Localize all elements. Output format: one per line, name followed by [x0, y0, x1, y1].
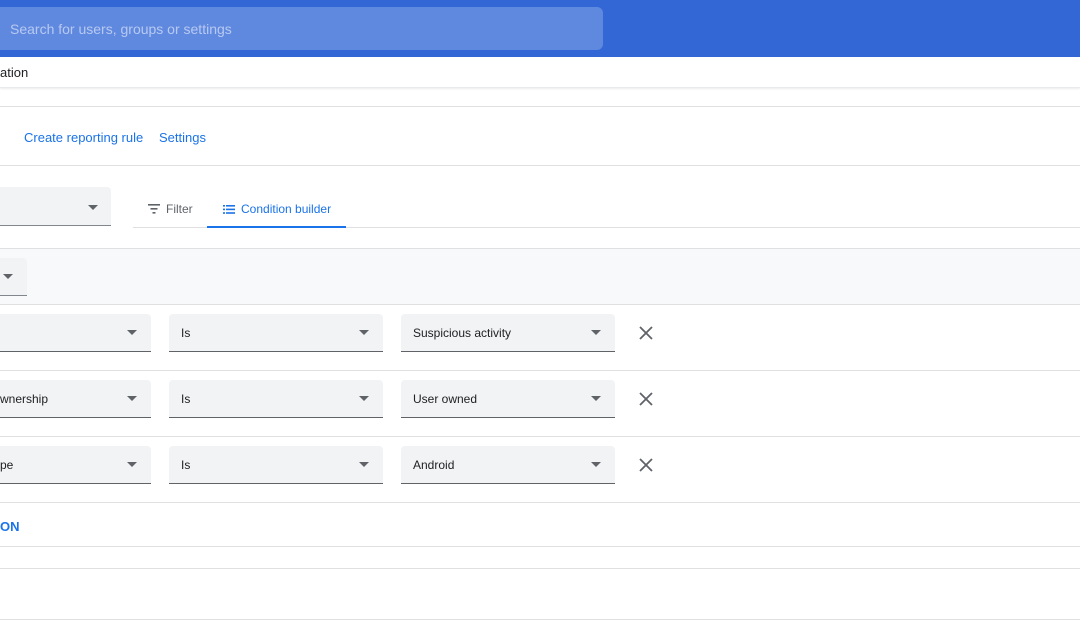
- chevron-down-icon: [591, 396, 601, 401]
- divider: [0, 165, 1080, 166]
- chevron-down-icon: [127, 396, 137, 401]
- condition-group-header: [0, 248, 1080, 305]
- value-select[interactable]: User owned: [401, 380, 615, 418]
- chevron-down-icon: [127, 462, 137, 467]
- settings-link[interactable]: Settings: [159, 130, 206, 145]
- tab-condition-builder[interactable]: Condition builder: [223, 190, 331, 228]
- operator-select[interactable]: Is: [169, 314, 383, 352]
- attribute-select[interactable]: wnership: [0, 380, 151, 418]
- condition-value: Android: [413, 457, 455, 472]
- condition-row: Is Suspicious activity: [0, 305, 1080, 371]
- list-icon: [223, 204, 235, 214]
- chevron-down-icon: [3, 274, 13, 279]
- create-reporting-rule-link[interactable]: Create reporting rule: [24, 130, 143, 145]
- search-input[interactable]: [0, 7, 603, 50]
- search-box[interactable]: [0, 7, 603, 50]
- breadcrumb-bar: ation: [0, 57, 1080, 88]
- search-mode-tabs: Filter Condition builder: [133, 190, 1080, 228]
- tab-label: Condition builder: [241, 202, 332, 216]
- data-source-select[interactable]: [0, 187, 111, 226]
- chevron-down-icon: [127, 330, 137, 335]
- breadcrumb[interactable]: ation: [0, 65, 28, 80]
- condition-row: wnership Is User owned: [0, 371, 1080, 437]
- divider: [0, 546, 1080, 547]
- filter-icon: [148, 204, 160, 214]
- operator-select[interactable]: Is: [169, 380, 383, 418]
- close-icon[interactable]: [636, 389, 656, 409]
- close-icon[interactable]: [636, 455, 656, 475]
- condition-value: Suspicious activity: [413, 325, 512, 340]
- value-select[interactable]: Suspicious activity: [401, 314, 615, 352]
- chevron-down-icon: [359, 330, 369, 335]
- active-tab-indicator: [207, 226, 346, 228]
- chevron-down-icon: [359, 462, 369, 467]
- operator-value: Is: [181, 457, 191, 472]
- operator-value: Is: [181, 325, 191, 340]
- attribute-select[interactable]: pe: [0, 446, 151, 484]
- chevron-down-icon: [591, 462, 601, 467]
- top-app-bar: [0, 0, 1080, 57]
- value-select[interactable]: Android: [401, 446, 615, 484]
- divider: [0, 568, 1080, 569]
- condition-value: User owned: [413, 391, 478, 406]
- attribute-select[interactable]: [0, 314, 151, 352]
- logic-operator-select[interactable]: [0, 258, 27, 296]
- add-condition-button[interactable]: ON: [0, 519, 20, 534]
- close-icon[interactable]: [636, 323, 656, 343]
- attribute-value: wnership: [0, 391, 49, 406]
- chevron-down-icon: [88, 205, 98, 210]
- tab-label: Filter: [166, 202, 193, 216]
- tab-filter[interactable]: Filter: [148, 190, 193, 228]
- operator-select[interactable]: Is: [169, 446, 383, 484]
- divider: [0, 619, 1080, 620]
- condition-row: pe Is Android: [0, 437, 1080, 503]
- chevron-down-icon: [591, 330, 601, 335]
- divider: [0, 106, 1080, 107]
- chevron-down-icon: [359, 396, 369, 401]
- operator-value: Is: [181, 391, 191, 406]
- attribute-value: pe: [0, 457, 14, 472]
